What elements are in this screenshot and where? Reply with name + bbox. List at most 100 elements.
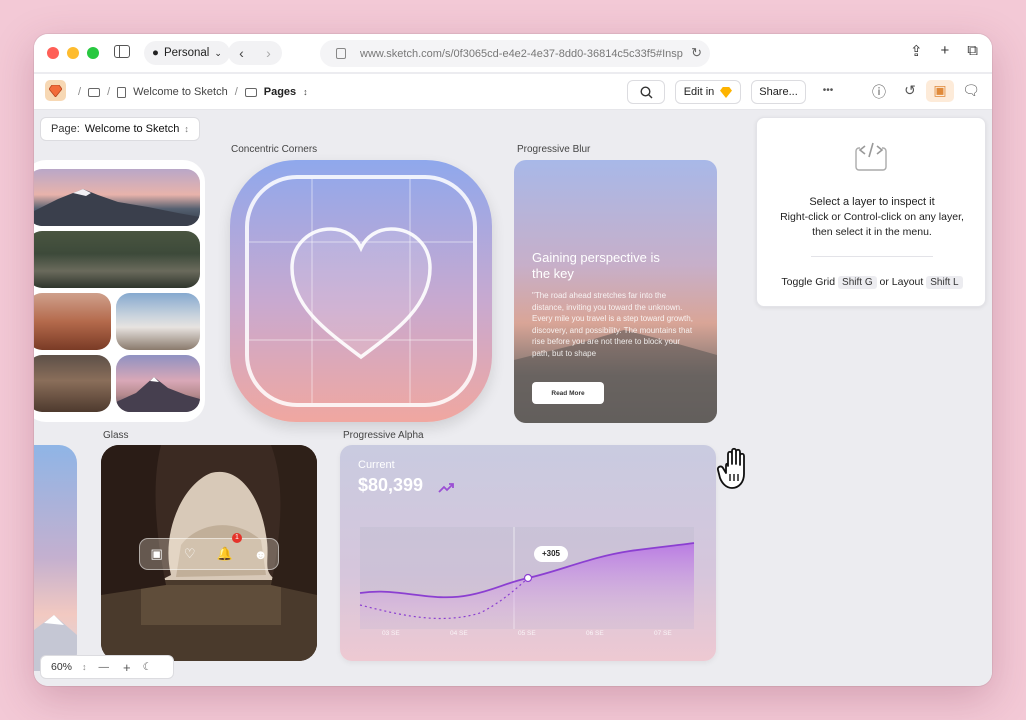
artboard-label-alpha[interactable]: Progressive Alpha	[343, 430, 424, 441]
url-text: www.sketch.com/s/0f3065cd-e4e2-4e37-8dd0…	[360, 47, 683, 60]
sketch-diamond-icon	[720, 86, 733, 98]
snow-mountain-silhouette	[34, 615, 77, 671]
partial-artboard[interactable]	[34, 445, 77, 671]
blur-card-title: Gaining perspective is the key	[532, 250, 660, 281]
profile-label: Personal	[163, 47, 210, 59]
person-icon: ●	[152, 47, 159, 59]
chevron-updown-icon: ↕	[184, 124, 189, 134]
reload-icon[interactable]: ↻	[691, 45, 702, 61]
user-icon[interactable]: ☻	[254, 547, 268, 562]
forward-arrow-icon[interactable]: ›	[266, 45, 271, 61]
new-tab-icon[interactable]: +	[941, 42, 950, 60]
chevron-down-icon: ⌄	[214, 47, 222, 58]
layout-shortcut-key: Shift L	[926, 276, 963, 289]
tab-overview-icon[interactable]: ⧉	[967, 42, 978, 60]
chevron-updown-icon[interactable]: ↕	[82, 662, 87, 672]
inspector-hint-title: Select a layer to inspect it	[809, 196, 935, 208]
concentric-corners-artboard[interactable]	[230, 160, 492, 422]
page-selector[interactable]: Page: Welcome to Sketch ↕	[40, 117, 200, 141]
grid-shortcut-key: Shift G	[838, 276, 877, 289]
hand-icon	[716, 447, 745, 489]
zoom-in-icon[interactable]: +	[123, 660, 131, 675]
inspector-panel: Select a layer to inspect it Right-click…	[756, 117, 986, 307]
close-window-button[interactable]	[47, 47, 59, 59]
x-tick-label: 07 SE	[654, 630, 672, 637]
inspector-hint-line: Right-click or Control-click on any laye…	[780, 211, 964, 223]
comments-icon[interactable]: 🗨	[961, 82, 981, 99]
profile-menu[interactable]: ● Personal ⌄	[144, 41, 230, 65]
breadcrumb-separator: /	[107, 86, 111, 98]
breadcrumb-separator: /	[234, 86, 238, 98]
inbox-icon[interactable]: ▣	[151, 546, 163, 562]
x-tick-label: 06 SE	[586, 630, 604, 637]
app-toolbar: / / Welcome to Sketch / Pages ↕ Edit in …	[34, 74, 992, 110]
window-controls	[47, 47, 99, 59]
inspect-icon[interactable]: ▣	[926, 80, 954, 102]
peak-silhouette	[116, 377, 200, 412]
page-select-prefix: Page:	[51, 123, 80, 135]
sunset-peak-photo[interactable]	[116, 355, 200, 412]
artboard-label-glass[interactable]: Glass	[103, 430, 129, 441]
back-arrow-icon[interactable]: ‹	[239, 45, 244, 61]
notification-badge: 1	[232, 533, 242, 543]
sidebar-toggle-icon[interactable]	[114, 45, 130, 58]
blur-card-body: "The road ahead stretches far into the d…	[532, 291, 693, 358]
page-settings-icon[interactable]	[336, 48, 346, 59]
desert-photo[interactable]	[34, 293, 111, 350]
heart-icon	[249, 179, 473, 403]
browser-window: ● Personal ⌄ ‹ › www.sketch.com/s/0f3065…	[34, 34, 992, 686]
share-label: Share...	[759, 86, 798, 98]
read-more-button[interactable]: Read More	[532, 382, 604, 404]
zoom-level[interactable]: 60%	[51, 661, 72, 673]
folder-icon[interactable]	[88, 87, 101, 97]
progressive-alpha-artboard[interactable]: Current $80,399 +305 03 SE 04 SE 05 SE 0…	[340, 445, 716, 661]
toggle-shortcuts: Toggle Grid Shift G or Layout Shift L	[757, 276, 987, 289]
edit-in-label: Edit in	[683, 86, 715, 98]
artboard-label-concentric[interactable]: Concentric Corners	[231, 144, 317, 155]
zoom-out-icon[interactable]: —	[99, 661, 110, 673]
zoom-control: 60% ↕ — + ☾	[40, 655, 174, 679]
diamond-icon	[49, 84, 62, 97]
sketch-logo-icon[interactable]	[45, 80, 66, 101]
grab-cursor-icon	[716, 446, 760, 502]
mountain-photo[interactable]	[34, 169, 200, 226]
canyon-photo[interactable]	[34, 355, 111, 412]
snowy-peaks-photo[interactable]	[116, 293, 200, 350]
dark-mode-icon[interactable]: ☾	[143, 661, 152, 673]
x-tick-label: 05 SE	[518, 630, 536, 637]
search-button[interactable]	[627, 80, 665, 104]
x-tick-label: 03 SE	[382, 630, 400, 637]
valley-photo[interactable]	[34, 231, 200, 288]
share-button[interactable]: Share...	[751, 80, 806, 104]
chevron-updown-icon[interactable]: ↕	[303, 87, 308, 97]
heart-icon[interactable]: ♡	[184, 546, 196, 562]
history-icon[interactable]: ↺	[900, 82, 920, 99]
progressive-blur-artboard[interactable]: Gaining perspective is the key "The road…	[514, 160, 717, 423]
address-bar[interactable]: www.sketch.com/s/0f3065cd-e4e2-4e37-8dd0…	[320, 40, 710, 67]
more-options-icon[interactable]: •••	[818, 85, 838, 96]
x-tick-label: 04 SE	[450, 630, 468, 637]
pages-folder-icon	[244, 87, 257, 97]
browser-toolbar: ● Personal ⌄ ‹ › www.sketch.com/s/0f3065…	[34, 34, 992, 72]
bell-icon[interactable]: 🔔	[217, 546, 233, 562]
canvas[interactable]: Page: Welcome to Sketch ↕ Concentric Cor…	[34, 110, 992, 686]
zoom-window-button[interactable]	[87, 47, 99, 59]
toggle-grid-label: Toggle Grid	[781, 276, 836, 288]
glass-artboard[interactable]: ▣ ♡ 🔔 ☻ 1	[101, 445, 317, 661]
artboard-label-blur[interactable]: Progressive Blur	[517, 144, 590, 155]
breadcrumb: / / Welcome to Sketch / Pages ↕	[78, 74, 308, 110]
navigation-buttons: ‹ ›	[228, 41, 282, 65]
breadcrumb-pages[interactable]: Pages	[264, 86, 296, 98]
area-chart	[359, 527, 695, 629]
or-layout-label: or Layout	[879, 276, 924, 288]
glass-tab-bar[interactable]: ▣ ♡ 🔔 ☻	[139, 538, 279, 570]
mountain-silhouette	[34, 189, 200, 226]
share-icon[interactable]: ⇪	[910, 42, 923, 60]
info-icon[interactable]: ⓘ	[869, 82, 889, 102]
breadcrumb-document[interactable]: Welcome to Sketch	[133, 86, 228, 98]
photos-artboard[interactable]	[34, 160, 205, 422]
browser-actions: ⇪ + ⧉	[910, 42, 978, 60]
minimize-window-button[interactable]	[67, 47, 79, 59]
inspector-hint-line: then select it in the menu.	[812, 226, 932, 238]
edit-in-button[interactable]: Edit in	[675, 80, 741, 104]
